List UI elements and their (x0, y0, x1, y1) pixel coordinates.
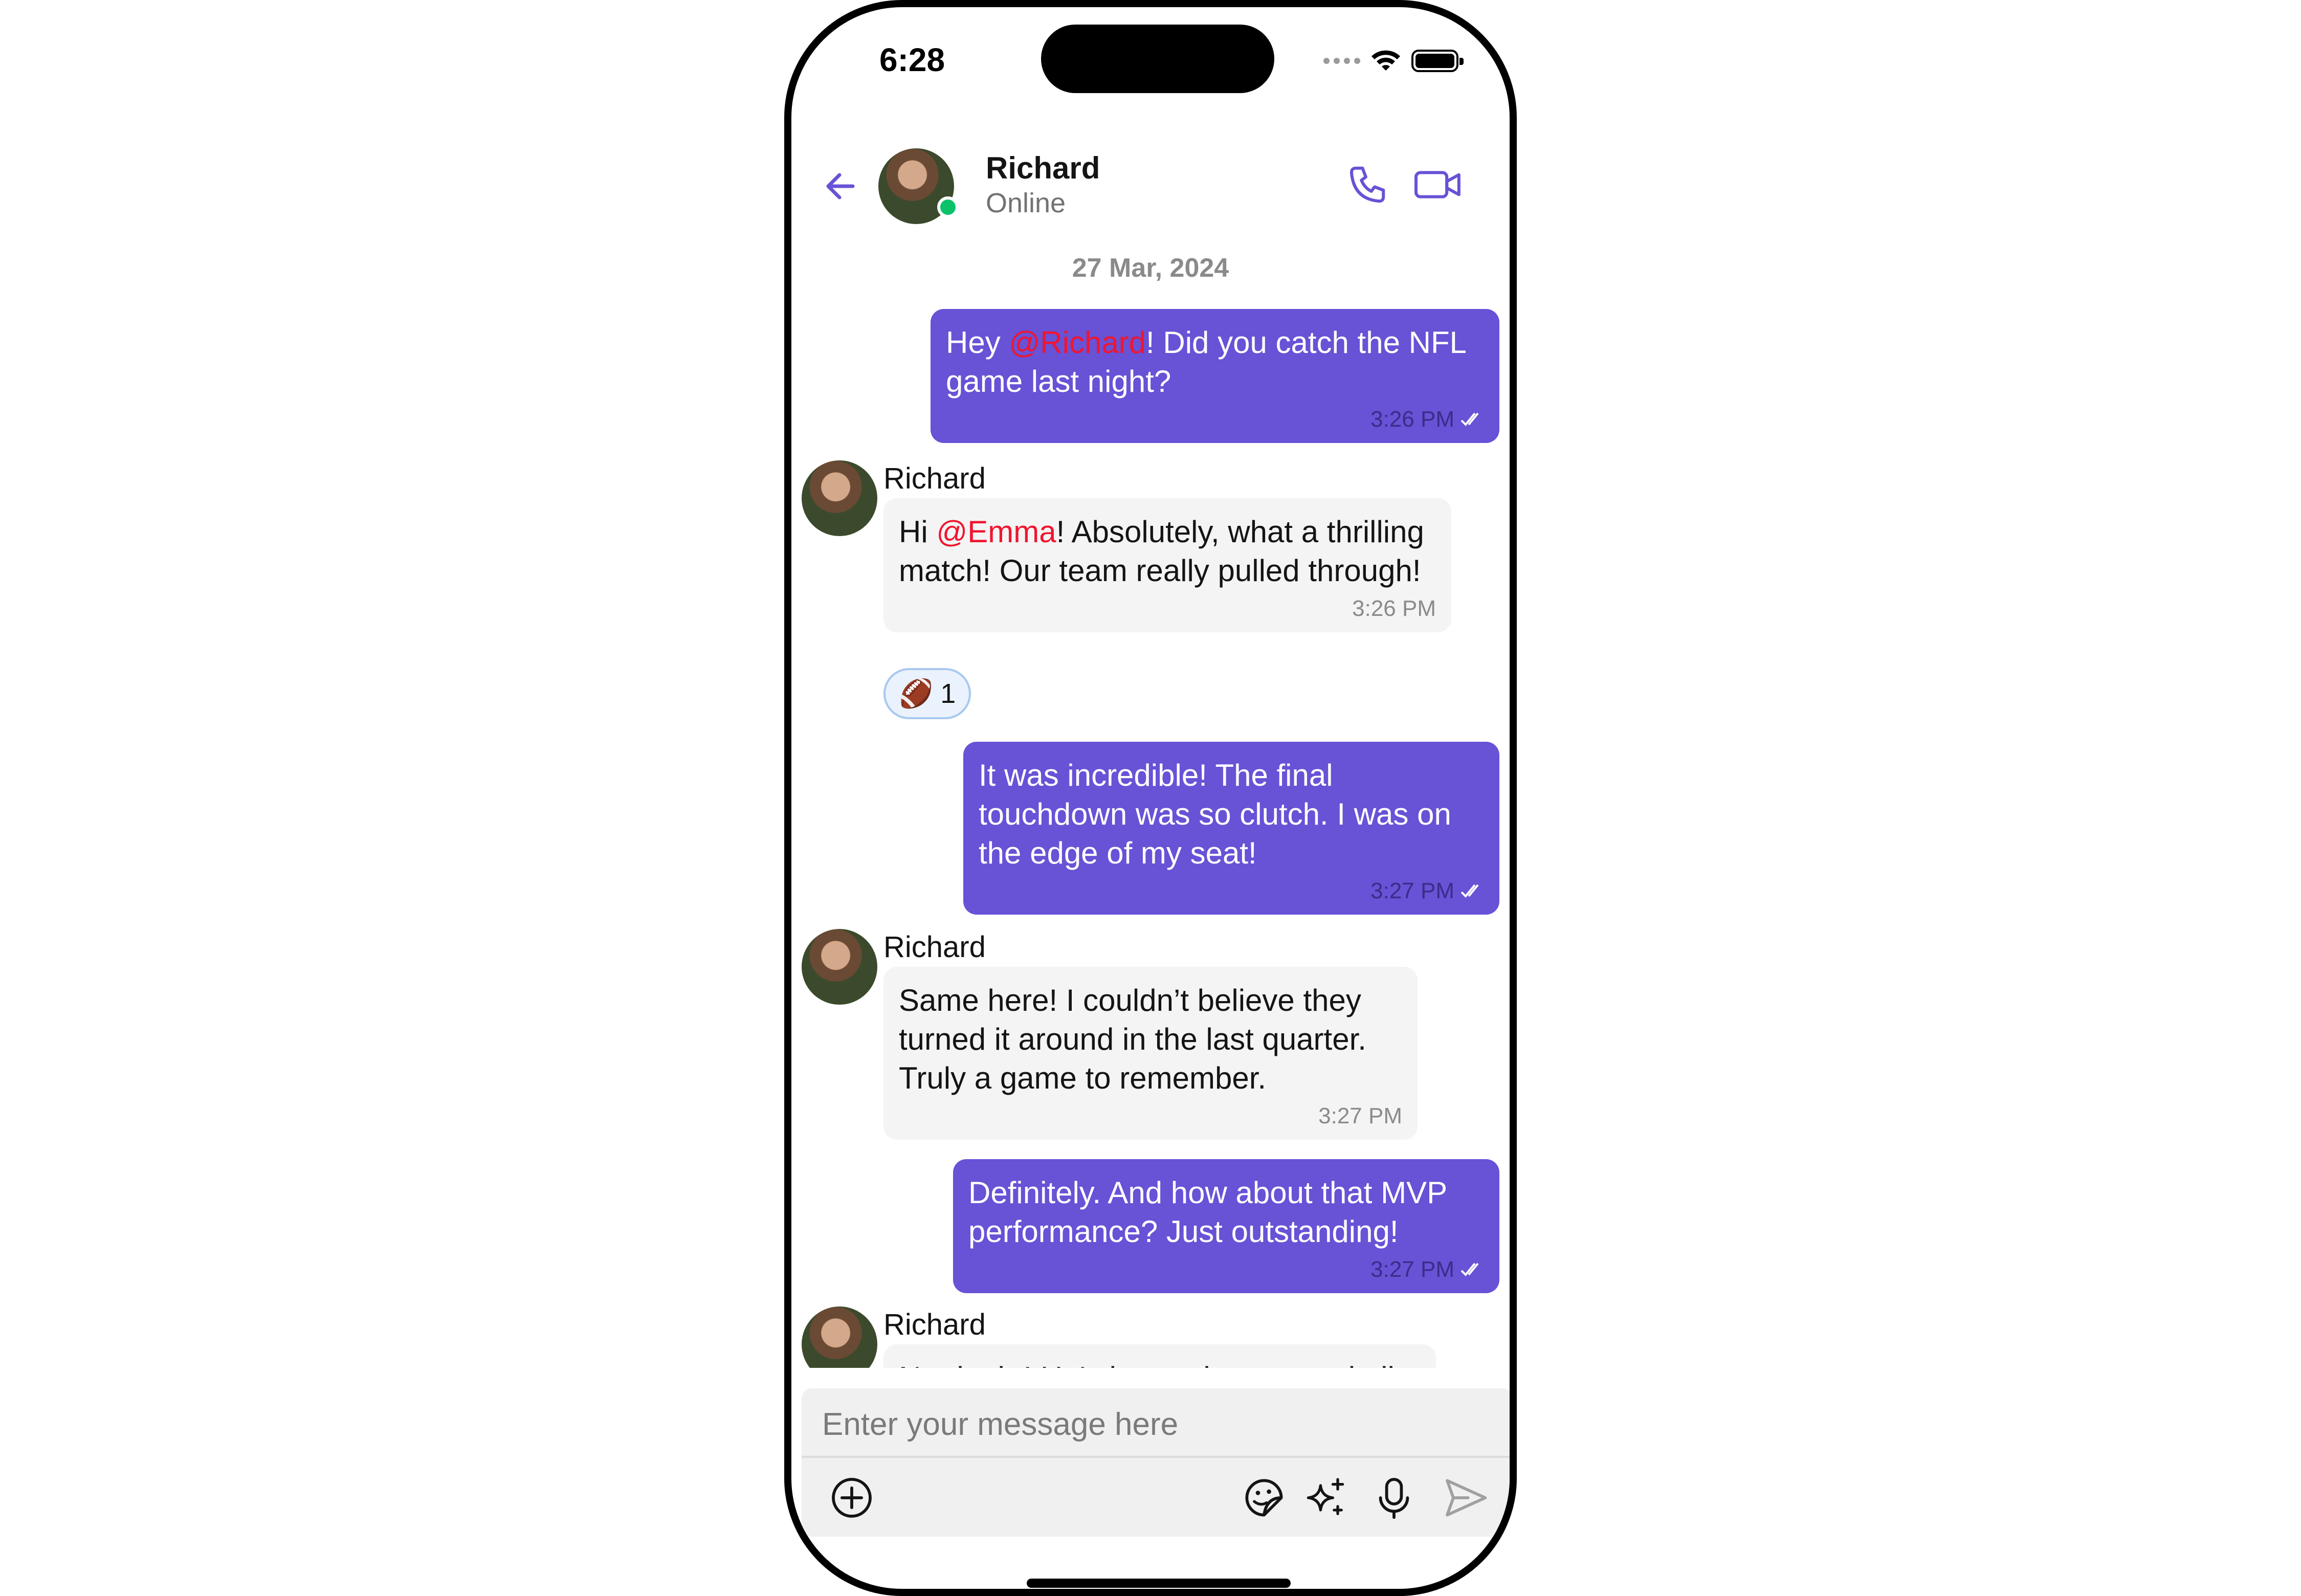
message-meta: 3:27 PM (979, 877, 1484, 905)
status-icons (1323, 48, 1464, 74)
message-meta: 3:27 PM (968, 1255, 1484, 1284)
message-text: Hi @Emma! Absolutely, what a thrilling m… (899, 515, 1424, 588)
incoming-message[interactable]: Same here! I couldn’t believe they turne… (883, 967, 1418, 1140)
message-time: 3:26 PM (1352, 596, 1436, 621)
mention[interactable]: @Emma (936, 515, 1056, 549)
signal-icon (1323, 58, 1360, 64)
reaction-count: 1 (940, 678, 956, 709)
sender-name: Richard (883, 930, 986, 964)
message-meta: 3:27 PM (899, 1102, 1402, 1130)
message-input[interactable] (822, 1399, 1487, 1450)
message-time: 3:26 PM (1370, 407, 1454, 432)
phone-frame: 6:28 Richard Online 27 Mar, 2024 Hey @Ri… (784, 0, 1517, 1596)
date-separator: 27 Mar, 2024 (1072, 253, 1229, 283)
composer-divider (802, 1456, 1510, 1458)
message-meta: 3:26 PM (946, 405, 1484, 434)
contact-status: Online (986, 188, 1066, 218)
message-composer (802, 1388, 1510, 1537)
read-receipt-icon (1461, 884, 1479, 898)
avatar[interactable] (802, 1306, 877, 1368)
sender-name: Richard (883, 462, 986, 495)
sender-name: Richard (883, 1308, 986, 1341)
message-text: Hey @Richard! Did you catch the NFL game… (946, 325, 1466, 398)
ai-sparkle-icon[interactable] (1301, 1473, 1350, 1522)
message-text: No doubt! He's been phenomenal all (899, 1359, 1421, 1368)
home-indicator (1027, 1579, 1291, 1588)
message-list[interactable]: 27 Mar, 2024 Hey @Richard! Did you catch… (791, 232, 1510, 1368)
football-emoji-icon: 🏈 (899, 678, 934, 709)
avatar[interactable] (802, 929, 877, 1005)
message-text: Definitely. And how about that MVP perfo… (968, 1176, 1447, 1249)
add-attachment-icon[interactable] (827, 1473, 876, 1522)
sticker-icon[interactable] (1240, 1473, 1289, 1522)
video-call-icon[interactable] (1412, 163, 1464, 207)
message-meta: 3:26 PM (899, 594, 1436, 623)
avatar[interactable] (802, 460, 877, 536)
battery-icon (1411, 50, 1464, 72)
message-time: 3:27 PM (1370, 878, 1454, 903)
back-arrow-icon[interactable] (820, 166, 861, 207)
contact-name[interactable]: Richard (986, 150, 1100, 186)
mention[interactable]: @Richard (1009, 325, 1146, 360)
reaction-chip[interactable]: 🏈 1 (883, 668, 971, 719)
status-time: 6:28 (879, 41, 945, 78)
online-status-indicator (937, 196, 959, 218)
incoming-message[interactable]: No doubt! He's been phenomenal all (883, 1344, 1436, 1368)
outgoing-message[interactable]: It was incredible! The final touchdown w… (963, 742, 1499, 915)
dynamic-island (1041, 25, 1274, 93)
outgoing-message[interactable]: Definitely. And how about that MVP perfo… (953, 1159, 1499, 1293)
phone-call-icon[interactable] (1345, 163, 1389, 207)
message-time: 3:27 PM (1370, 1257, 1454, 1282)
microphone-icon[interactable] (1369, 1473, 1419, 1522)
outgoing-message[interactable]: Hey @Richard! Did you catch the NFL game… (931, 309, 1499, 443)
read-receipt-icon (1461, 1262, 1479, 1276)
message-time: 3:27 PM (1318, 1103, 1402, 1128)
chat-header: Richard Online (791, 145, 1510, 227)
incoming-message[interactable]: Hi @Emma! Absolutely, what a thrilling m… (883, 498, 1451, 632)
send-icon[interactable] (1441, 1473, 1490, 1522)
wifi-icon (1371, 50, 1400, 71)
message-text: It was incredible! The final touchdown w… (979, 758, 1451, 870)
read-receipt-icon (1461, 412, 1479, 426)
message-text: Same here! I couldn’t believe they turne… (899, 983, 1366, 1095)
